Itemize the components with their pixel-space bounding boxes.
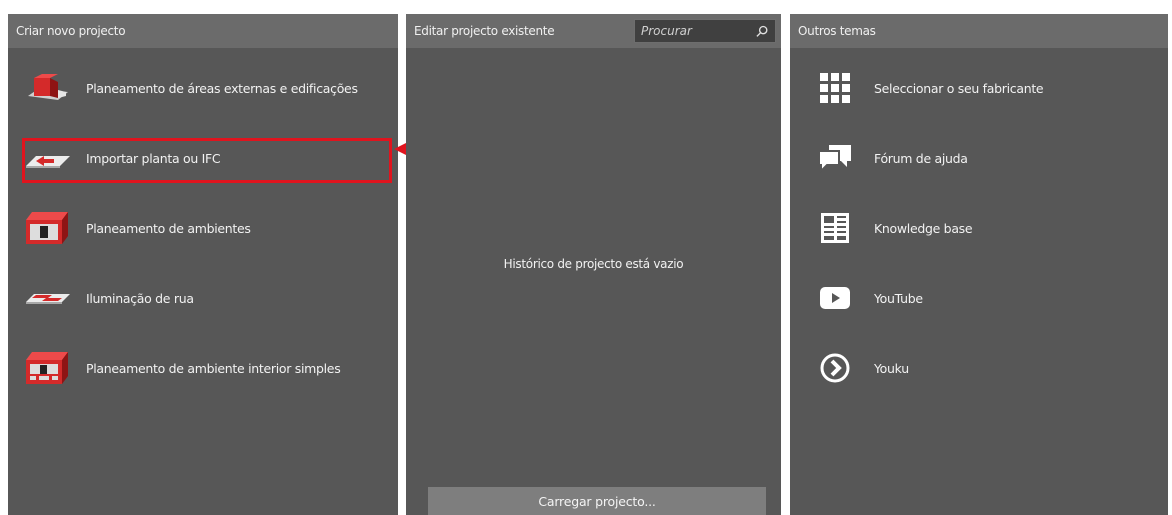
create-item-simple-interior[interactable]: Planeamento de ambiente interior simples <box>22 348 341 388</box>
highlight-box <box>22 138 392 183</box>
empty-history-message: Histórico de projecto está vazio <box>503 257 684 271</box>
link-label: Youku <box>874 360 909 376</box>
link-manufacturer[interactable]: Seleccionar o seu fabricante <box>818 68 1044 108</box>
create-item-outdoor[interactable]: Planeamento de áreas externas e edificaç… <box>22 68 358 108</box>
link-label: Seleccionar o seu fabricante <box>874 80 1044 96</box>
search-icon[interactable] <box>756 24 769 38</box>
edit-project-title: Editar projecto existente <box>414 24 555 38</box>
grid-icon <box>818 71 852 105</box>
search-input[interactable] <box>641 24 757 38</box>
edit-project-panel: Editar projecto existente Histórico de p… <box>406 14 781 515</box>
edit-project-header: Editar projecto existente <box>406 14 781 48</box>
youtube-icon <box>818 281 852 315</box>
link-label: Fórum de ajuda <box>874 150 968 166</box>
create-item-label: Planeamento de ambientes <box>86 220 251 236</box>
link-youku[interactable]: Youku <box>818 348 909 388</box>
forum-icon <box>818 141 852 175</box>
other-topics-panel: Outros temas Seleccionar o seu fabricant… <box>790 14 1168 515</box>
create-item-street[interactable]: Iluminação de rua <box>22 278 194 318</box>
search-box[interactable] <box>634 19 776 43</box>
room-planning-icon <box>22 210 74 246</box>
create-item-label: Iluminação de rua <box>86 290 194 306</box>
street-lighting-icon <box>22 280 74 316</box>
create-item-label: Planeamento de áreas externas e edificaç… <box>86 80 358 96</box>
create-item-label: Planeamento de ambiente interior simples <box>86 360 341 376</box>
link-label: YouTube <box>874 290 923 306</box>
youku-icon <box>818 351 852 385</box>
create-item-rooms[interactable]: Planeamento de ambientes <box>22 208 251 248</box>
simple-interior-icon <box>22 350 74 386</box>
knowledge-base-icon <box>818 211 852 245</box>
load-project-button[interactable]: Carregar projecto... <box>428 487 766 515</box>
link-forum[interactable]: Fórum de ajuda <box>818 138 968 178</box>
create-project-header: Criar novo projecto <box>8 14 398 48</box>
link-youtube[interactable]: YouTube <box>818 278 923 318</box>
link-label: Knowledge base <box>874 220 973 236</box>
outdoor-building-icon <box>22 70 74 106</box>
link-knowledge-base[interactable]: Knowledge base <box>818 208 973 248</box>
other-topics-header: Outros temas <box>790 14 1168 48</box>
create-project-panel: Criar novo projecto Planeamento de áreas… <box>8 14 398 515</box>
